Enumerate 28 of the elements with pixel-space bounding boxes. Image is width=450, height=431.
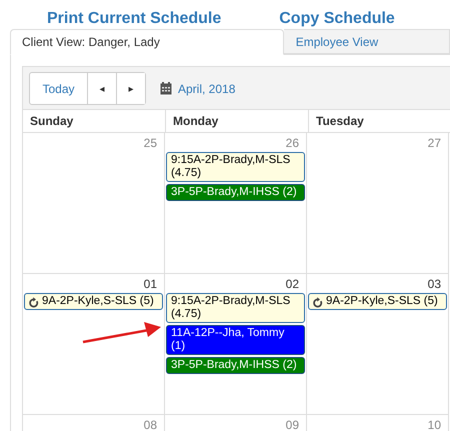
weekday-header: Sunday bbox=[29, 114, 74, 128]
appointment[interactable]: 9A-2P-Kyle,S-SLS (5) bbox=[24, 293, 163, 310]
calendar-icon bbox=[160, 82, 172, 95]
schedule-link[interactable]: Print Current Schedule bbox=[47, 10, 222, 28]
date-number: 09 bbox=[286, 418, 299, 431]
repeat-icon bbox=[29, 297, 39, 308]
appointment[interactable]: 9:15A-2P-Brady,M-SLS (4.75) bbox=[166, 152, 305, 182]
date-number: 25 bbox=[144, 136, 157, 150]
tab[interactable]: Employee View bbox=[284, 29, 450, 54]
date-number: 03 bbox=[428, 277, 441, 291]
repeat-icon bbox=[313, 297, 323, 308]
appointment[interactable]: 9:15A-2P-Brady,M-SLS (4.75) bbox=[166, 293, 305, 323]
appointment[interactable]: 3P-5P-Brady,M-IHSS (2) bbox=[166, 184, 305, 201]
schedule-link[interactable]: Copy Schedule bbox=[279, 10, 395, 28]
tab[interactable]: Client View: Danger, Lady bbox=[10, 29, 284, 55]
date-number: 08 bbox=[144, 418, 157, 431]
date-number: 10 bbox=[428, 418, 441, 431]
weekday-header: Monday bbox=[172, 114, 218, 128]
date-number: 01 bbox=[144, 277, 157, 291]
appointment[interactable]: 9A-2P-Kyle,S-SLS (5) bbox=[308, 293, 447, 310]
appointment[interactable]: 11A-12P--Jha, Tommy (1) bbox=[166, 325, 305, 355]
date-number: 02 bbox=[286, 277, 299, 291]
appointment[interactable]: 3P-5P-Brady,M-IHSS (2) bbox=[166, 357, 305, 374]
month-label[interactable]: April, 2018 bbox=[178, 82, 236, 96]
next-button[interactable]: ▸ bbox=[116, 73, 145, 104]
weekday-header: Tuesday bbox=[315, 114, 364, 128]
date-number: 26 bbox=[286, 136, 299, 150]
date-number: 27 bbox=[428, 136, 441, 150]
